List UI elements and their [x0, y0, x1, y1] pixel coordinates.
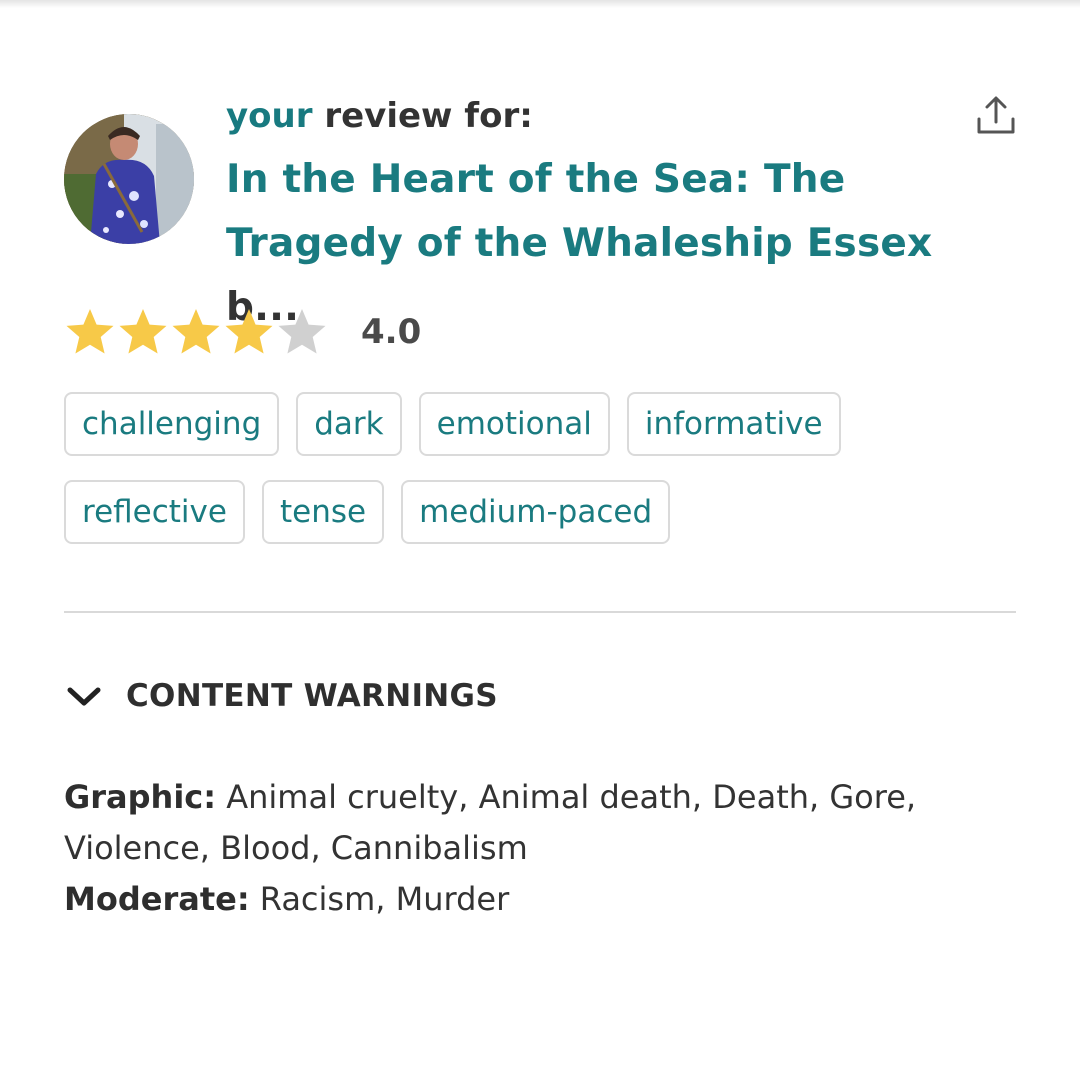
your-label: your [226, 96, 313, 136]
content-warnings-toggle[interactable]: CONTENT WARNINGS [64, 676, 498, 716]
mood-tags: challenging dark emotional informative refl… [64, 392, 1024, 568]
moderate-text: Racism, Murder [259, 880, 510, 918]
review-header: your review for: In the Heart of the Sea… [64, 92, 1024, 330]
divider [64, 611, 1016, 613]
star-empty-icon [278, 309, 326, 354]
graphic-warnings: Graphic: Animal cruelty, Animal death, D… [64, 772, 1014, 874]
tag-tense[interactable]: tense [261, 480, 385, 544]
rating-value: 4.0 [361, 312, 422, 352]
moderate-warnings: Moderate: Racism, Murder [64, 874, 1014, 925]
tag-dark[interactable]: dark [296, 392, 402, 456]
review-for-label: your review for: [226, 92, 986, 140]
content-warnings-body: Graphic: Animal cruelty, Animal death, D… [64, 772, 1014, 925]
moderate-label: Moderate: [64, 880, 250, 918]
tag-reflective[interactable]: reflective [64, 480, 245, 544]
tag-challenging[interactable]: challenging [64, 392, 280, 456]
content-warnings-title: CONTENT WARNINGS [126, 678, 498, 714]
title-block: your review for: In the Heart of the Sea… [226, 92, 986, 340]
graphic-label: Graphic: [64, 778, 217, 816]
star-filled-icon [119, 309, 167, 354]
tag-emotional[interactable]: emotional [418, 392, 610, 456]
tag-row: reflective tense medium-paced [64, 480, 1024, 544]
book-title[interactable]: In the Heart of the Sea: The Tragedy of … [226, 157, 932, 266]
star-filled-icon [66, 309, 114, 354]
share-button[interactable] [972, 92, 1020, 140]
star-filled-icon [225, 309, 273, 354]
rating: 4.0 [64, 304, 421, 360]
review-for-text: review for: [324, 96, 533, 136]
star-rating [64, 306, 329, 358]
star-filled-icon [172, 309, 220, 354]
chevron-down-icon [67, 687, 101, 706]
tag-medium-paced[interactable]: medium-paced [401, 480, 671, 544]
avatar[interactable] [64, 114, 194, 244]
top-shadow [0, 0, 1080, 8]
tag-informative[interactable]: informative [626, 392, 841, 456]
tag-row: challenging dark emotional informative [64, 392, 1024, 456]
share-upload-icon [977, 96, 1015, 134]
